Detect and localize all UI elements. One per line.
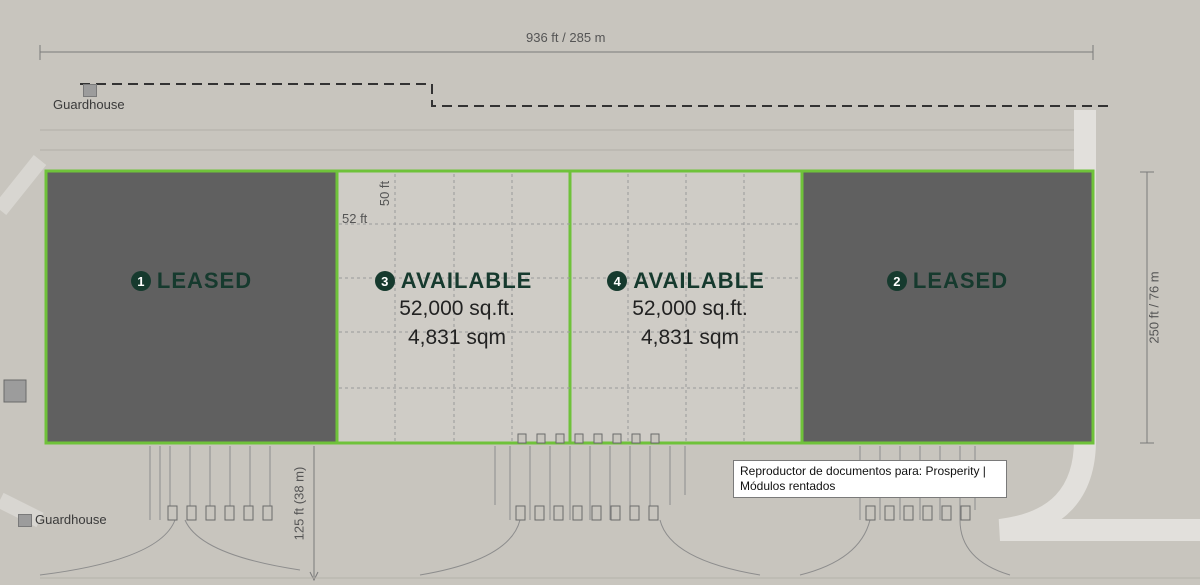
unit-3-number-badge: 3 [374,271,395,291]
bay-width-label: 52 ft [342,211,368,226]
unit-1-status: LEASED [156,268,253,293]
unit-4-area: 52,000 sq.ft. 4,831 sqm [570,294,810,352]
height-dimension-label: 250 ft / 76 m [1146,271,1162,344]
unit-4-status: AVAILABLE [633,268,765,293]
guardhouse-top-icon [83,84,97,97]
guardhouse-top-label: Guardhouse [53,97,125,112]
unit-4-title[interactable]: 4 AVAILABLE [570,266,802,296]
access-road-left [0,155,47,528]
unit-1-block[interactable] [44,169,339,445]
utility-block [3,379,27,403]
unit-3-area-sqm: 4,831 sqm [407,326,507,349]
document-viewer-tooltip: Reproductor de documentos para: Prosperi… [733,460,1007,498]
unit-3-title[interactable]: 3 AVAILABLE [337,266,570,296]
width-dimension-line [39,45,1094,60]
unit-2-status: LEASED [912,268,1009,293]
bay-depth-label: 50 ft [377,180,393,207]
width-dimension-label: 936 ft / 285 m [526,30,606,45]
unit-4-area-sqm: 4,831 sqm [640,326,740,349]
guardhouse-bottom-label: Guardhouse [35,512,107,527]
parking-strip [40,129,1095,151]
unit-2-block[interactable] [800,169,1095,445]
unit-2-title[interactable]: 2 LEASED [802,266,1093,296]
unit-4-area-sqft: 52,000 sq.ft. [632,297,748,320]
unit-3-status: AVAILABLE [400,268,533,293]
guardhouse-bottom-icon [18,514,32,527]
unit-1-title[interactable]: 1 LEASED [46,266,337,296]
yard-dimension-line [309,446,319,582]
unit-3-area: 52,000 sq.ft. 4,831 sqm [337,294,577,352]
unit-2-number-badge: 2 [886,271,907,291]
unit-1-number-badge: 1 [130,271,151,291]
unit-4-number-badge: 4 [607,271,628,291]
unit-3-area-sqft: 52,000 sq.ft. [399,297,515,320]
yard-dimension-label: 125 ft (38 m) [291,466,307,541]
property-line [80,83,1112,107]
